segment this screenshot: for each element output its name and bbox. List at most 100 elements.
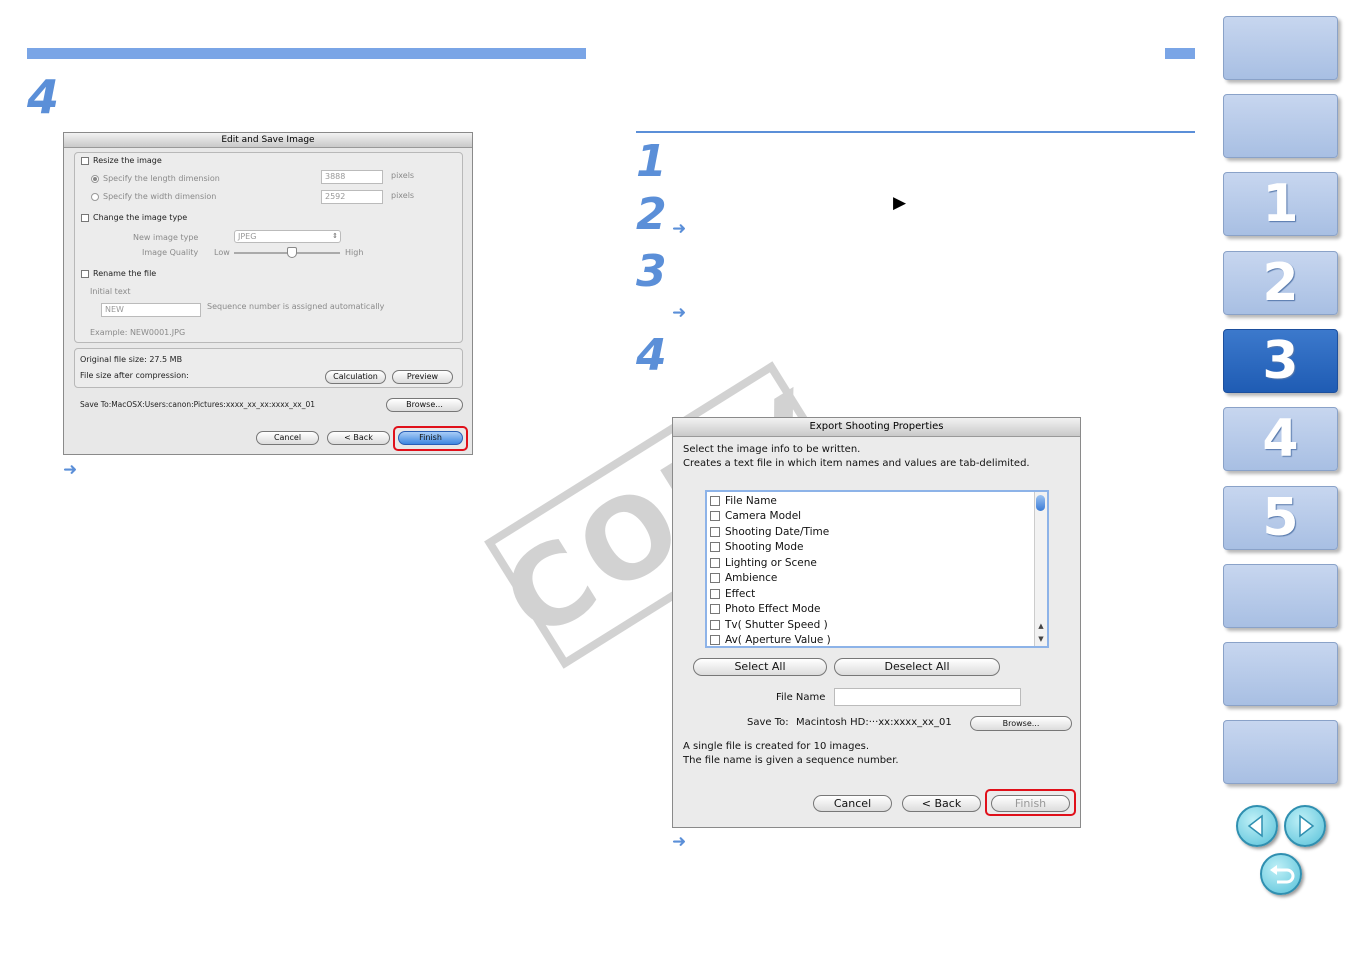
item-checkbox[interactable] xyxy=(710,557,720,568)
item-checkbox[interactable] xyxy=(710,495,720,506)
list-item[interactable]: Photo Effect Mode xyxy=(707,602,1033,618)
resize-label: Resize the image xyxy=(93,156,162,165)
nav-tab[interactable]: 3 xyxy=(1223,329,1338,393)
nav-tab[interactable]: 4 xyxy=(1223,407,1338,471)
change-type-label: Change the image type xyxy=(93,213,188,222)
nav-tab-label: 3 xyxy=(1262,331,1299,391)
nav-tab-label: 2 xyxy=(1262,253,1299,313)
edit-save-dialog: Edit and Save Image Resize the image Spe… xyxy=(63,132,473,455)
list-item[interactable]: Effect xyxy=(707,586,1033,602)
quality-label: Image Quality xyxy=(142,248,199,257)
select-all-button[interactable]: Select All xyxy=(693,658,827,676)
preview-button[interactable]: Preview xyxy=(392,370,453,384)
nav-tab[interactable] xyxy=(1223,16,1338,80)
item-checkbox[interactable] xyxy=(710,588,720,599)
item-label: Effect xyxy=(725,587,756,600)
nav-tab[interactable] xyxy=(1223,94,1338,158)
step-number-4: 4 xyxy=(636,330,667,381)
scrollbar-thumb[interactable] xyxy=(1036,495,1045,511)
compressed-size-label: File size after compression: xyxy=(80,371,189,380)
nav-tab[interactable]: 1 xyxy=(1223,172,1338,236)
length-field[interactable]: 3888 xyxy=(321,170,383,184)
file-name-input[interactable] xyxy=(834,688,1021,706)
new-type-select[interactable]: JPEG ⇕ xyxy=(234,230,341,243)
quality-low-label: Low xyxy=(214,248,230,257)
scroll-up-icon[interactable]: ▲ xyxy=(1035,620,1047,632)
list-item[interactable]: Shooting Mode xyxy=(707,540,1033,556)
export-instruction-1: Select the image info to be written. xyxy=(683,444,861,455)
item-checkbox[interactable] xyxy=(710,619,720,630)
cancel-button[interactable]: Cancel xyxy=(256,431,319,445)
initial-text-field[interactable]: NEW xyxy=(101,303,201,317)
step-number-1: 1 xyxy=(636,136,667,187)
original-size-value: 27.5 MB xyxy=(149,355,183,364)
export-back-button[interactable]: < Back xyxy=(902,795,981,812)
save-to-path: Save To:MacOSX:Users:canon:Pictures:xxxx… xyxy=(80,400,316,409)
deselect-all-button[interactable]: Deselect All xyxy=(834,658,1000,676)
back-button[interactable]: < Back xyxy=(327,431,390,445)
rename-checkbox[interactable] xyxy=(81,270,89,278)
result-arrow-step2: ➜ xyxy=(672,219,687,239)
item-checkbox[interactable] xyxy=(710,511,720,522)
calculation-button[interactable]: Calculation xyxy=(325,370,386,384)
item-checkbox[interactable] xyxy=(710,573,720,584)
nav-tab-label: 1 xyxy=(1262,174,1299,234)
example-text: Example: NEW0001.JPG xyxy=(90,328,186,337)
export-instruction-2: Creates a text file in which item names … xyxy=(683,458,1030,469)
nav-tab[interactable] xyxy=(1223,720,1338,784)
dialog-title: Edit and Save Image xyxy=(64,133,472,148)
list-item[interactable]: Ambience xyxy=(707,571,1033,587)
item-checkbox[interactable] xyxy=(710,526,720,537)
resize-checkbox[interactable] xyxy=(81,157,89,165)
scroll-down-icon[interactable]: ▼ xyxy=(1035,633,1047,645)
export-dialog: Export Shooting Properties Select the im… xyxy=(672,417,1081,828)
return-icon xyxy=(1270,865,1295,884)
list-item[interactable]: Lighting or Scene xyxy=(707,555,1033,571)
export-note-2: The file name is given a sequence number… xyxy=(683,755,899,766)
prev-page-button[interactable] xyxy=(1236,805,1278,847)
pixels-unit-1: pixels xyxy=(391,171,415,180)
item-checkbox[interactable] xyxy=(710,604,720,615)
nav-tab[interactable] xyxy=(1223,564,1338,628)
nav-tab-label: 5 xyxy=(1262,488,1299,548)
list-item[interactable]: Shooting Date/Time xyxy=(707,524,1033,540)
item-label: Ambience xyxy=(725,572,778,585)
next-page-button[interactable] xyxy=(1284,805,1326,847)
list-item[interactable]: Tv( Shutter Speed ) xyxy=(707,617,1033,633)
item-label: Shooting Mode xyxy=(725,541,804,554)
width-radio[interactable] xyxy=(91,193,99,201)
item-checkbox[interactable] xyxy=(710,635,720,646)
export-finish-button[interactable]: Finish xyxy=(991,795,1070,812)
item-label: Shooting Date/Time xyxy=(725,525,830,538)
width-field[interactable]: 2592 xyxy=(321,190,383,204)
step-number-3: 3 xyxy=(636,246,667,297)
nav-tab-label: 4 xyxy=(1262,409,1299,469)
item-label: Lighting or Scene xyxy=(725,556,817,569)
list-item[interactable]: Av( Aperture Value ) xyxy=(707,633,1033,649)
export-browse-button[interactable]: Browse... xyxy=(970,716,1072,731)
list-item[interactable]: File Name xyxy=(707,493,1033,509)
items-listbox[interactable]: File Name Camera Model Shooting Date/Time S… xyxy=(705,490,1049,648)
new-type-label: New image type xyxy=(133,233,199,242)
export-cancel-button[interactable]: Cancel xyxy=(813,795,892,812)
item-label: Photo Effect Mode xyxy=(725,603,821,616)
change-type-checkbox[interactable] xyxy=(81,214,89,222)
items-scrollbar[interactable]: ▲ ▼ xyxy=(1034,492,1047,646)
header-bar-right xyxy=(1165,48,1195,59)
length-radio[interactable] xyxy=(91,175,99,183)
item-label: Tv( Shutter Speed ) xyxy=(725,618,828,631)
items-list: File Name Camera Model Shooting Date/Time S… xyxy=(707,493,1033,648)
item-checkbox[interactable] xyxy=(710,542,720,553)
step-number-2: 2 xyxy=(636,189,667,240)
nav-tab[interactable] xyxy=(1223,642,1338,706)
nav-tab[interactable]: 5 xyxy=(1223,486,1338,550)
return-button[interactable] xyxy=(1260,853,1302,895)
nav-tab[interactable]: 2 xyxy=(1223,251,1338,315)
list-item[interactable]: Camera Model xyxy=(707,509,1033,525)
result-arrow-export: ➜ xyxy=(672,832,687,852)
finish-button[interactable]: Finish xyxy=(398,431,463,445)
next-arrow-icon xyxy=(1299,814,1315,838)
item-label: File Name xyxy=(725,494,777,507)
save-to-value: Macintosh HD:···xx:xxxx_xx_01 xyxy=(796,717,952,728)
browse-button[interactable]: Browse... xyxy=(386,398,463,412)
